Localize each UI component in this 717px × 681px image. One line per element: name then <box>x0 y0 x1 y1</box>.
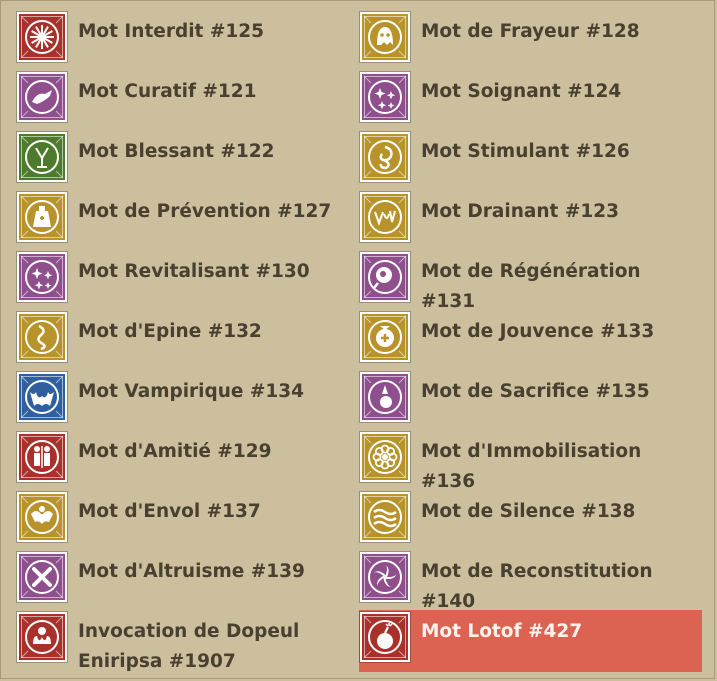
spell-item[interactable]: Mot Vampirique #134 <box>16 371 361 431</box>
spell-label: Mot Drainant #123 <box>421 201 619 222</box>
spell-item[interactable]: Mot de Régénération #131 <box>359 251 704 312</box>
regeneration-bubble-icon <box>359 251 411 303</box>
spell-item[interactable]: Mot d'Immobilisation #136 <box>359 431 704 492</box>
fright-ghost-icon <box>359 11 411 63</box>
healing-sparkles-icon <box>359 71 411 123</box>
spell-item[interactable]: Mot Drainant #123 <box>359 191 704 251</box>
spell-item[interactable]: Mot d'Envol #137 <box>16 491 361 551</box>
spell-label: Mot Stimulant #126 <box>421 141 630 162</box>
immobilization-flower-icon <box>359 431 411 483</box>
spell-column-left: Mot Interdit #125 Mot Curatif #121 Mot Ble… <box>16 11 361 681</box>
spell-label: Mot de Sacrifice #135 <box>421 381 650 402</box>
flight-wings-icon <box>16 491 68 543</box>
spell-item[interactable]: Mot de Sacrifice #135 <box>359 371 704 431</box>
youth-heart-icon <box>359 311 411 363</box>
forbidden-star-icon <box>16 11 68 63</box>
spell-item[interactable]: Mot Revitalisant #130 <box>16 251 361 311</box>
spell-label: Mot Curatif #121 <box>78 81 257 102</box>
spell-label: Mot d'Envol #137 <box>78 501 261 522</box>
sacrifice-dagger-icon <box>359 371 411 423</box>
spell-label: Invocation de Dopeul Eniripsa #1907 <box>78 621 300 672</box>
spell-item[interactable]: Mot d'Amitié #129 <box>16 431 361 491</box>
spell-item[interactable]: Mot Curatif #121 <box>16 71 361 131</box>
spell-item[interactable]: Mot de Frayeur #128 <box>359 11 704 71</box>
friendship-figures-icon <box>16 431 68 483</box>
spell-label: Mot d'Epine #132 <box>78 321 262 342</box>
spell-label: Mot de Reconstitution #140 <box>421 561 653 612</box>
spell-label: Mot Lotof #427 <box>421 621 583 642</box>
wounding-claw-icon <box>16 131 68 183</box>
dopeul-invocation-icon <box>16 611 68 663</box>
spell-label: Mot de Frayeur #128 <box>421 21 640 42</box>
lotof-bomb-icon <box>359 611 411 663</box>
spell-item[interactable]: Mot de Reconstitution #140 <box>359 551 704 612</box>
spell-label: Mot de Régénération #131 <box>421 261 641 312</box>
spell-label: Mot Soignant #124 <box>421 81 622 102</box>
spell-item[interactable]: Mot d'Altruisme #139 <box>16 551 361 611</box>
stimulating-spiral-icon <box>359 131 411 183</box>
spell-label: Mot Blessant #122 <box>78 141 275 162</box>
spell-item[interactable]: Mot Soignant #124 <box>359 71 704 131</box>
spell-label: Mot de Silence #138 <box>421 501 636 522</box>
spell-column-right: Mot de Frayeur #128 Mot Soignant #124 Mot … <box>359 11 704 672</box>
curative-hand-icon <box>16 71 68 123</box>
reconstitution-swirl-icon <box>359 551 411 603</box>
silence-waves-icon <box>359 491 411 543</box>
spell-item[interactable]: Mot Blessant #122 <box>16 131 361 191</box>
spell-item[interactable]: Mot de Silence #138 <box>359 491 704 551</box>
spell-list-panel: Mot Interdit #125 Mot Curatif #121 Mot Ble… <box>0 0 715 679</box>
spell-item[interactable]: Invocation de Dopeul Eniripsa #1907 <box>16 611 361 681</box>
spell-label: Mot Vampirique #134 <box>78 381 305 402</box>
draining-icon <box>359 191 411 243</box>
spell-item[interactable]: Mot Lotof #427 <box>359 610 704 672</box>
prevention-flask-icon <box>16 191 68 243</box>
spell-item[interactable]: Mot Stimulant #126 <box>359 131 704 191</box>
spell-item[interactable]: Mot Interdit #125 <box>16 11 361 71</box>
revitalizing-sparkles-icon <box>16 251 68 303</box>
vampire-bat-icon <box>16 371 68 423</box>
spell-label: Mot de Prévention #127 <box>78 201 332 222</box>
spell-label: Mot Interdit #125 <box>78 21 264 42</box>
spell-item[interactable]: Mot d'Epine #132 <box>16 311 361 371</box>
spell-label: Mot d'Altruisme #139 <box>78 561 305 582</box>
spell-item[interactable]: Mot de Jouvence #133 <box>359 311 704 371</box>
altruism-cross-icon <box>16 551 68 603</box>
spell-label: Mot d'Immobilisation #136 <box>421 441 642 492</box>
spell-label: Mot de Jouvence #133 <box>421 321 655 342</box>
spell-item[interactable]: Mot de Prévention #127 <box>16 191 361 251</box>
spell-label: Mot d'Amitié #129 <box>78 441 272 462</box>
spell-label: Mot Revitalisant #130 <box>78 261 310 282</box>
thorn-icon <box>16 311 68 363</box>
